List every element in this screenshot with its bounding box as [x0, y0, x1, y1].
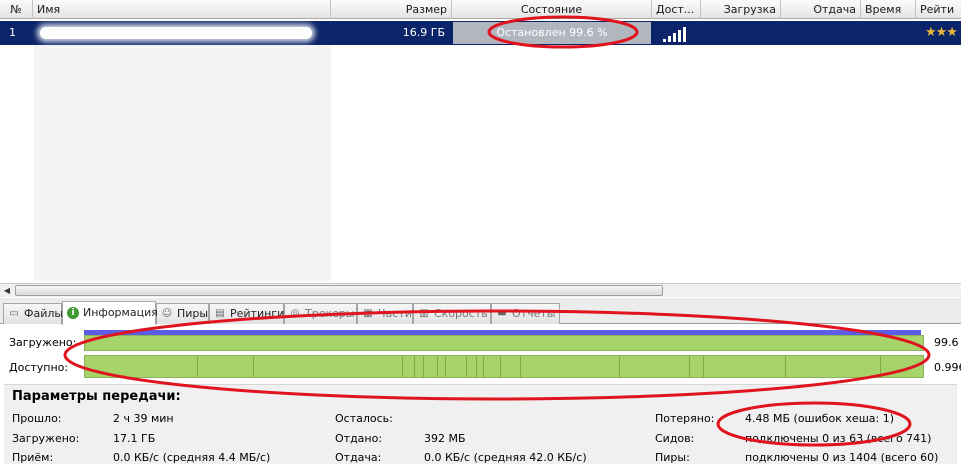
torrent-row[interactable]: 1 16.9 ГБ Остановлен 99.6 % ★★★: [0, 21, 961, 45]
transfer-params: Параметры передачи: Прошло: 2 ч 39 мин З…: [4, 384, 957, 464]
peers-label: Пиры:: [655, 451, 690, 464]
files-icon: ▭: [9, 308, 19, 319]
send-speed-label: Отдача:: [335, 451, 382, 464]
horizontal-scrollbar[interactable]: ◀: [0, 283, 961, 297]
column-header-number[interactable]: №: [0, 0, 33, 19]
downloaded-bar: [84, 335, 924, 351]
elapsed-value: 2 ч 39 мин: [113, 412, 174, 425]
column-header-download[interactable]: Загрузка: [701, 0, 781, 19]
tab-trackers[interactable]: ◎ Трекеры: [284, 303, 357, 324]
downloaded-total-label: Загружено:: [12, 432, 80, 445]
scrollbar-thumb[interactable]: [15, 285, 663, 296]
params-title: Параметры передачи:: [12, 389, 181, 404]
logs-icon: ▬: [497, 308, 507, 319]
available-value: 0.996: [934, 361, 961, 374]
downloaded-total-value: 17.1 ГБ: [113, 432, 156, 445]
piece-separator: [414, 356, 415, 377]
tab-info[interactable]: i Информация: [62, 301, 158, 325]
piece-separator: [785, 356, 786, 377]
speed-icon: ▥: [419, 308, 429, 319]
column-header-upload[interactable]: Отдача: [781, 0, 861, 19]
torrent-number: 1: [9, 26, 16, 39]
piece-separator: [703, 356, 704, 377]
list-empty-area: [34, 45, 331, 281]
torrent-state: Остановлен 99.6 %: [453, 22, 651, 44]
redacted-torrent-name: [40, 27, 312, 39]
piece-separator: [520, 356, 521, 377]
torrent-list: № Имя Размер Состояние Дост... Загрузка …: [0, 0, 961, 283]
column-header-size[interactable]: Размер: [331, 0, 452, 19]
seeds-value: подключены 0 из 63 (всего 741): [745, 432, 932, 445]
sent-value: 392 МБ: [424, 432, 466, 445]
piece-separator: [880, 356, 881, 377]
torrent-size: 16.9 ГБ: [402, 26, 445, 39]
column-header-name[interactable]: Имя: [33, 0, 331, 19]
remaining-label: Осталось:: [335, 412, 393, 425]
downloaded-value: 99.6: [934, 336, 959, 349]
tab-peers[interactable]: ☺ Пиры: [156, 303, 209, 324]
recv-speed-label: Приём:: [12, 451, 54, 464]
tab-logs[interactable]: ▬ Отчеты: [491, 303, 560, 324]
piece-separator: [253, 356, 254, 377]
trackers-icon: ◎: [290, 308, 300, 319]
elapsed-label: Прошло:: [12, 412, 62, 425]
lost-label: Потеряно:: [655, 412, 715, 425]
tab-speed[interactable]: ▥ Скорость: [413, 303, 491, 324]
available-label: Доступно:: [9, 361, 69, 374]
availability-signal-icon: [663, 25, 693, 42]
recv-speed-value: 0.0 КБ/с (средняя 4.4 МБ/с): [113, 451, 271, 464]
seeds-label: Сидов:: [655, 432, 695, 445]
peers-value: подключены 0 из 1404 (всего 60): [745, 451, 939, 464]
info-icon: i: [67, 307, 79, 319]
pieces-icon: ▦: [363, 308, 373, 319]
list-header: № Имя Размер Состояние Дост... Загрузка …: [0, 0, 961, 19]
available-bar: [84, 355, 924, 378]
sent-label: Отдано:: [335, 432, 383, 445]
downloaded-label: Загружено:: [9, 336, 77, 349]
piece-separator: [466, 356, 467, 377]
tab-files[interactable]: ▭ Файлы: [3, 303, 63, 324]
piece-separator: [689, 356, 690, 377]
piece-separator: [500, 356, 501, 377]
peers-icon: ☺: [161, 308, 173, 319]
column-header-rating[interactable]: Рейти: [916, 0, 961, 19]
column-header-availability[interactable]: Дост...: [652, 0, 701, 19]
piece-separator: [476, 356, 477, 377]
rating-stars-icon: ★★★: [925, 25, 958, 40]
ratings-icon: ▤: [215, 308, 225, 319]
details-tabbar: ▭ Файлы i Информация ☺ Пиры ▤ Рейтинги ◎…: [0, 298, 961, 325]
scroll-left-icon[interactable]: ◀: [1, 285, 13, 296]
tab-ratings[interactable]: ▤ Рейтинги: [209, 303, 284, 324]
piece-separator: [483, 356, 484, 377]
piece-separator: [423, 356, 424, 377]
column-header-state[interactable]: Состояние: [452, 0, 652, 19]
piece-separator: [619, 356, 620, 377]
piece-separator: [437, 356, 438, 377]
piece-separator: [445, 356, 446, 377]
lost-value: 4.48 МБ (ошибок хеша: 1): [745, 412, 894, 425]
send-speed-value: 0.0 КБ/с (средняя 42.0 КБ/с): [424, 451, 587, 464]
piece-separator: [402, 356, 403, 377]
piece-separator: [197, 356, 198, 377]
column-header-time[interactable]: Время: [861, 0, 916, 19]
tab-pieces[interactable]: ▦ Части: [357, 303, 413, 324]
